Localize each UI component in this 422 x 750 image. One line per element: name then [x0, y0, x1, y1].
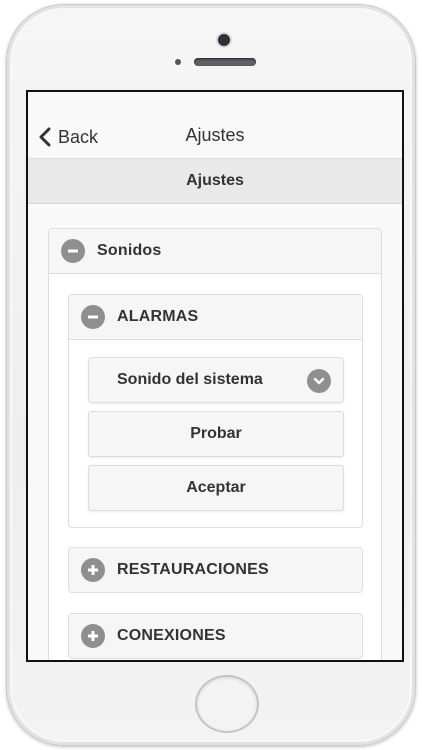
- sonidos-header[interactable]: Sonidos: [49, 229, 381, 274]
- alarmas-section: ALARMAS Sonido del sistema Probar Acepta…: [68, 294, 363, 528]
- conexiones-label: CONEXIONES: [117, 627, 226, 644]
- conexiones-header[interactable]: CONEXIONES: [69, 614, 362, 658]
- aceptar-label: Aceptar: [186, 479, 246, 496]
- restauraciones-section: RESTAURACIONES: [68, 547, 363, 593]
- camera-icon: [218, 34, 230, 46]
- sound-select-value: Sonido del sistema: [117, 371, 263, 388]
- header-bar: Back Ajustes: [28, 92, 402, 159]
- minus-icon: [81, 305, 105, 329]
- home-button[interactable]: [195, 675, 259, 733]
- app-screen: Back Ajustes Ajustes Sonidos ALARMAS Son…: [26, 90, 404, 662]
- subheader-title: Ajustes: [28, 159, 402, 204]
- probar-button[interactable]: Probar: [88, 411, 344, 457]
- sensor-dot: [175, 59, 181, 65]
- restauraciones-header[interactable]: RESTAURACIONES: [69, 548, 362, 592]
- aceptar-button[interactable]: Aceptar: [88, 465, 344, 511]
- sonidos-label: Sonidos: [97, 242, 162, 259]
- sonidos-section: Sonidos ALARMAS Sonido del sistema Proba…: [48, 228, 382, 660]
- speaker-grille: [194, 58, 256, 66]
- alarmas-header[interactable]: ALARMAS: [69, 295, 362, 340]
- sound-select[interactable]: Sonido del sistema: [88, 357, 344, 403]
- alarmas-label: ALARMAS: [117, 308, 199, 325]
- page-title: Ajustes: [185, 125, 245, 145]
- plus-icon: [81, 624, 105, 648]
- settings-content: Sonidos ALARMAS Sonido del sistema Proba…: [28, 204, 402, 660]
- conexiones-section: CONEXIONES: [68, 613, 363, 659]
- plus-icon: [81, 558, 105, 582]
- chevron-down-icon: [307, 369, 331, 393]
- probar-label: Probar: [190, 425, 242, 442]
- restauraciones-label: RESTAURACIONES: [117, 561, 269, 578]
- minus-icon: [61, 239, 85, 263]
